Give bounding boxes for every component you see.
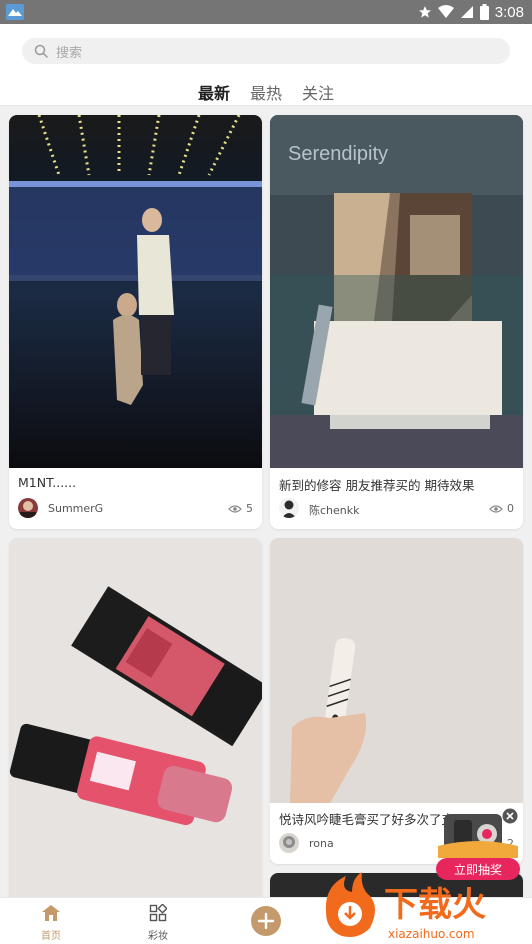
view-count-value: 0 (507, 502, 514, 515)
post-image (9, 115, 262, 468)
search-placeholder: 搜索 (56, 45, 83, 61)
home-icon (42, 905, 60, 921)
status-bar: 3:08 (0, 0, 532, 24)
watermark-logo: 下载火 xiazaihuo.com (318, 868, 528, 944)
post-card[interactable]: Serendipity 新到的修容 朋友推荐买的 期待效果 陈chenkk 0 (270, 115, 523, 529)
signal-icon (460, 6, 473, 18)
feed-tabs: 最新 最热 关注 (0, 80, 532, 104)
post-author: SummerG (48, 502, 104, 515)
wifi-icon (437, 5, 454, 18)
post-image (270, 538, 523, 803)
post-card[interactable]: M1NT...... SummerG 5 (9, 115, 262, 529)
tab-hot[interactable]: 最热 (250, 80, 282, 104)
avatar (18, 498, 38, 518)
view-count: 0 (489, 502, 514, 515)
view-count: 5 (228, 502, 253, 515)
post-image: Serendipity (270, 115, 523, 468)
watermark-brand: 下载火 (384, 885, 486, 925)
notification-app-icon (6, 4, 24, 20)
search-icon (34, 44, 48, 58)
nav-makeup-label: 彩妆 (148, 931, 168, 942)
eye-icon (489, 504, 503, 513)
post-author: rona (309, 837, 334, 850)
grid-icon (149, 903, 168, 922)
header: 搜索 最新 最热 关注 (0, 24, 532, 106)
create-post-button[interactable] (251, 906, 281, 936)
tab-following[interactable]: 关注 (302, 80, 334, 104)
battery-icon (479, 4, 489, 20)
post-feed[interactable]: M1NT...... SummerG 5 Serendipity 新到的修容 朋… (0, 107, 532, 897)
watermark-domain: xiazaihuo.com (388, 927, 475, 941)
svg-text:Serendipity: Serendipity (288, 143, 388, 165)
nav-home-label: 首页 (41, 931, 61, 942)
search-input[interactable]: 搜索 (22, 38, 510, 64)
view-count-value: 5 (246, 502, 253, 515)
post-image (9, 538, 262, 897)
post-title: 新到的修容 朋友推荐买的 期待效果 (279, 478, 475, 493)
post-author: 陈chenkk (309, 504, 360, 517)
tab-latest[interactable]: 最新 (198, 80, 230, 104)
nav-home[interactable]: 首页 (21, 904, 81, 942)
nav-makeup[interactable]: 彩妆 (128, 903, 188, 942)
eye-icon (228, 504, 242, 513)
avatar (279, 833, 299, 853)
status-time: 3:08 (494, 3, 524, 21)
post-title: M1NT...... (18, 475, 77, 490)
plus-icon (257, 912, 275, 930)
close-icon[interactable] (502, 808, 518, 824)
star-icon (418, 6, 431, 18)
post-card[interactable] (9, 538, 262, 897)
avatar (279, 498, 299, 518)
